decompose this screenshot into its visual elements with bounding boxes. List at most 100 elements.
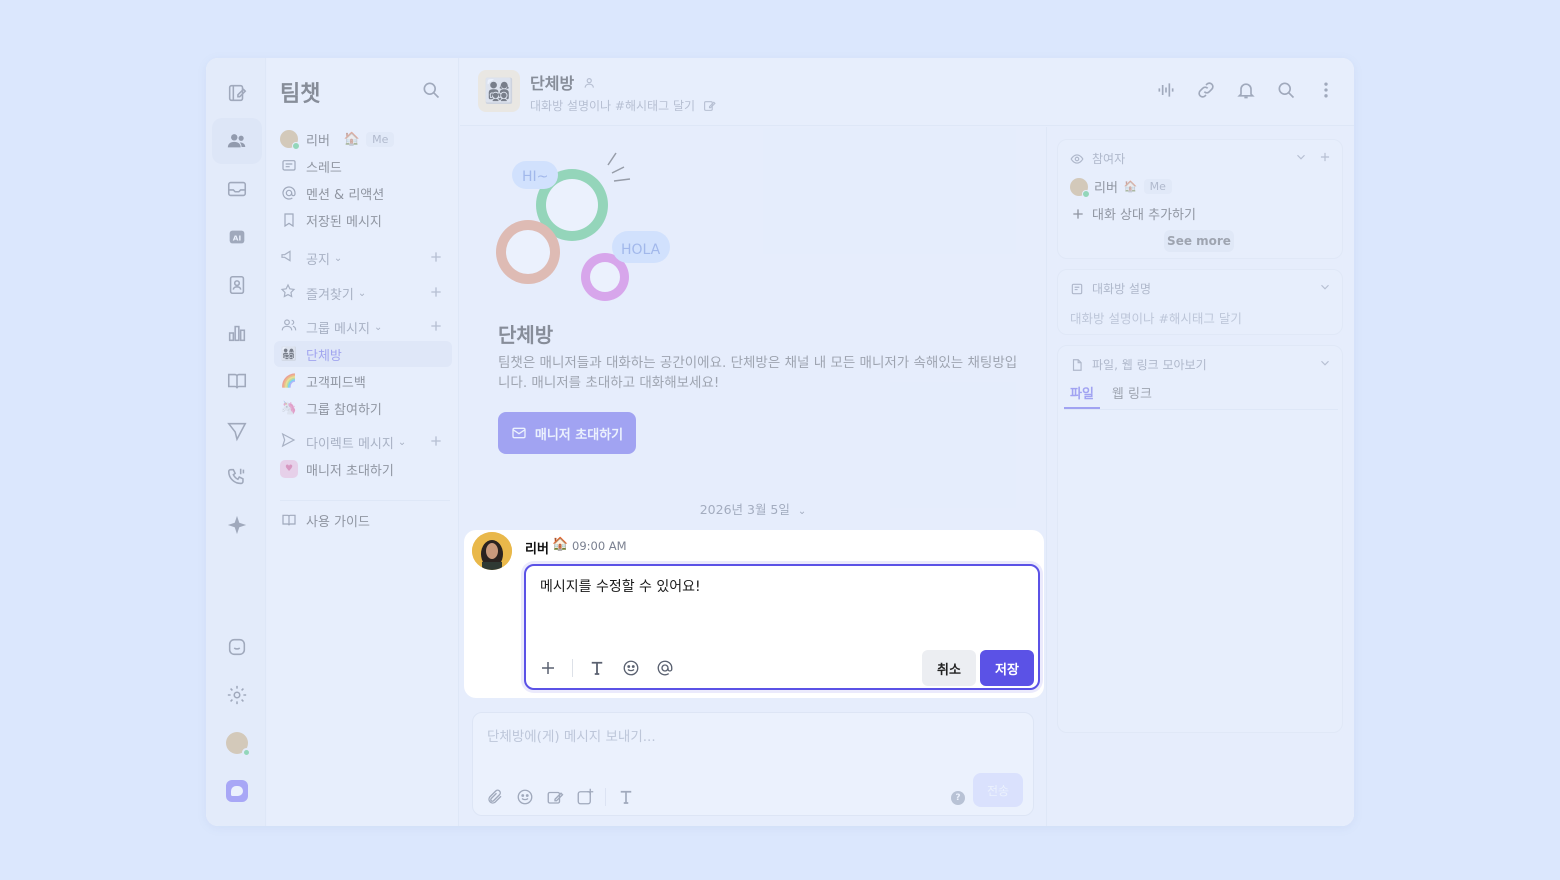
chevron-down-icon[interactable]: [1294, 150, 1308, 164]
section-group[interactable]: 그룹 메시지 ⌄: [274, 314, 452, 340]
send-icon: [281, 432, 296, 448]
invite-manager-button[interactable]: 매니저 초대하기: [498, 412, 636, 454]
sidebar-item-mentions[interactable]: 멘션 & 리액션: [274, 180, 452, 206]
sidebar-user-name: 리버: [306, 133, 330, 149]
date-divider[interactable]: 2026년 3월 5일 ⌄: [460, 499, 1046, 518]
add-shortcut-icon[interactable]: [575, 787, 595, 807]
statistics-icon[interactable]: [212, 310, 262, 356]
eye-icon: [1070, 153, 1084, 164]
mention-icon[interactable]: [655, 658, 675, 678]
group-icon: [281, 319, 297, 331]
sidebar-item-feedback[interactable]: 🌈 고객피드백: [274, 368, 452, 394]
section-favorites[interactable]: 즐겨찾기 ⌄: [274, 280, 452, 306]
message-item: 리버 🏠 09:00 AM 메시지를 수정할 수 있어요! 취소 저장: [464, 530, 1044, 698]
chat-title: 단체방: [530, 70, 598, 94]
sidebar-item-label: 고객피드백: [306, 375, 366, 391]
send-icon[interactable]: [212, 408, 262, 454]
compose-icon[interactable]: [212, 70, 262, 116]
attach-icon[interactable]: [485, 787, 505, 807]
sidebar-item-saved[interactable]: 저장된 메시지: [274, 207, 452, 233]
tab-files[interactable]: 파일: [1064, 382, 1100, 409]
chevron-down-icon: ⌄: [357, 287, 367, 299]
channel-talk-icon[interactable]: [212, 624, 262, 670]
file-icon: [1072, 358, 1082, 371]
hero-title: 단체방: [498, 323, 554, 347]
sidebar-item-invite-manager[interactable]: ♥ 매니저 초대하기: [274, 456, 452, 482]
composer-input[interactable]: 단체방에(게) 메시지 보내기...: [487, 725, 656, 745]
message-composer[interactable]: 단체방에(게) 메시지 보내기... ? 전송: [472, 712, 1034, 816]
message-time: 09:00 AM: [572, 539, 627, 553]
sidebar-item-me[interactable]: 리버 🏠 Me: [274, 126, 452, 152]
search-icon[interactable]: [1276, 80, 1296, 100]
sidebar-item-label: 스레드: [306, 160, 342, 176]
avatar[interactable]: [472, 532, 512, 570]
participant-row[interactable]: 리버 🏠 Me: [1070, 177, 1172, 198]
add-icon[interactable]: [428, 433, 444, 449]
user-status-emoji: 🏠: [1123, 180, 1138, 193]
chevron-down-icon[interactable]: [1318, 280, 1332, 294]
message-editor[interactable]: 메시지를 수정할 수 있어요! 취소 저장: [524, 564, 1040, 690]
call-icon[interactable]: [212, 454, 262, 500]
sidebar-item-label: 저장된 메시지: [306, 214, 382, 230]
sidebar-item-label: 멘션 & 리액션: [306, 187, 385, 203]
add-icon[interactable]: [1318, 150, 1332, 164]
contacts-icon[interactable]: [212, 262, 262, 308]
sidebar-item-join-group[interactable]: 🦄 그룹 참여하기: [274, 395, 452, 421]
add-participant-button[interactable]: 대화 상대 추가하기: [1070, 204, 1196, 223]
edit-icon: [703, 101, 716, 111]
files-title: 파일, 웹 링크 모아보기: [1092, 358, 1207, 372]
add-icon[interactable]: [428, 284, 444, 300]
add-icon[interactable]: [428, 249, 444, 265]
chevron-down-icon[interactable]: [1318, 356, 1332, 370]
sidebar-item-label: 그룹 참여하기: [306, 402, 382, 418]
bell-icon[interactable]: [1236, 80, 1256, 100]
profile-avatar[interactable]: [212, 720, 262, 766]
sidebar-item-thread[interactable]: 스레드: [274, 153, 452, 179]
search-icon[interactable]: [421, 80, 441, 100]
settings-icon[interactable]: [212, 672, 262, 718]
plus-icon[interactable]: [538, 658, 558, 678]
sparkle-icon[interactable]: [212, 502, 262, 548]
me-badge: Me: [366, 131, 395, 147]
document-icon[interactable]: [212, 358, 262, 404]
chat-description[interactable]: 대화방 설명이나 #해시태그 달기: [530, 97, 716, 114]
section-direct[interactable]: 다이렉트 메시지 ⌄: [274, 429, 452, 455]
text-format-icon[interactable]: [587, 658, 607, 678]
book-icon: [282, 514, 296, 526]
description-input[interactable]: 대화방 설명이나 #해시태그 달기: [1070, 308, 1242, 327]
message-author: 리버: [525, 542, 549, 557]
send-button[interactable]: 전송: [973, 773, 1023, 807]
link-icon[interactable]: [1196, 80, 1216, 100]
emoji-icon[interactable]: [621, 658, 641, 678]
chevron-down-icon: ⌄: [373, 321, 383, 333]
inbox-icon[interactable]: [212, 166, 262, 212]
team-chat-icon[interactable]: [212, 118, 262, 164]
see-more-button[interactable]: See more: [1164, 230, 1234, 252]
text-format-icon[interactable]: [616, 787, 636, 807]
divider: [280, 500, 450, 501]
user-status-emoji: 🏠: [343, 131, 361, 147]
sidebar-item-label: 사용 가이드: [306, 514, 370, 530]
sidebar-title: 팀챗: [280, 82, 321, 107]
divider: [572, 659, 573, 677]
add-icon[interactable]: [428, 318, 444, 334]
participants-title: 참여자: [1092, 152, 1126, 166]
right-panel: 참여자 리버 🏠 Me 대화 상대 추가하기 See more 대화방 설명 대…: [1046, 127, 1354, 826]
help-icon[interactable]: ?: [951, 791, 965, 805]
chevron-down-icon: ⌄: [797, 506, 807, 517]
more-icon[interactable]: [1316, 80, 1336, 100]
emoji-icon[interactable]: [515, 787, 535, 807]
save-button[interactable]: 저장: [980, 650, 1034, 686]
sidebar-item-group-chat[interactable]: 👨‍👩‍👧‍👦 단체방: [274, 341, 452, 367]
brand-logo-icon[interactable]: [212, 768, 262, 814]
sidebar-item-guide[interactable]: 사용 가이드: [274, 507, 452, 533]
section-notice[interactable]: 공지 ⌄: [274, 245, 452, 271]
description-title: 대화방 설명: [1092, 282, 1152, 296]
chevron-down-icon: ⌄: [397, 436, 407, 448]
cancel-button[interactable]: 취소: [922, 650, 976, 686]
voice-icon[interactable]: [1156, 80, 1176, 100]
note-icon[interactable]: [545, 787, 565, 807]
tab-web-links[interactable]: 웹 링크: [1106, 382, 1158, 409]
message-edit-input[interactable]: 메시지를 수정할 수 있어요!: [540, 576, 701, 596]
ai-icon[interactable]: AI: [212, 214, 262, 260]
